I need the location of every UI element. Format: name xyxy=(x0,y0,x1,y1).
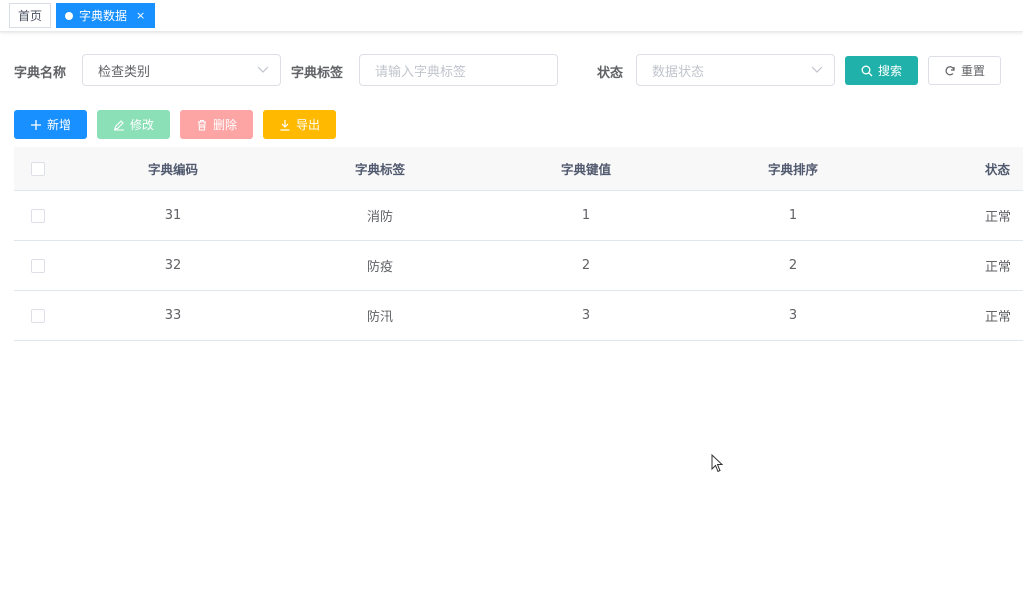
table-row[interactable]: 32 防疫 2 2 正常 xyxy=(14,241,1023,291)
dict-name-label: 字典名称 xyxy=(14,66,67,81)
mouse-cursor-icon xyxy=(711,454,724,473)
row-checkbox[interactable] xyxy=(31,308,45,323)
row-checkbox[interactable] xyxy=(31,208,45,223)
dict-label-input[interactable]: 请输入字典标签 xyxy=(359,54,558,86)
header-status[interactable]: 状态 xyxy=(969,147,1023,190)
export-button[interactable]: 导出 xyxy=(263,110,336,139)
cell-dict-sort: 1 xyxy=(788,208,798,223)
cell-status: 正常 xyxy=(985,310,1012,325)
edit-button-label: 修改 xyxy=(129,118,154,132)
cell-dict-label: 防汛 xyxy=(366,310,393,325)
add-button[interactable]: 新增 xyxy=(14,110,87,139)
download-icon xyxy=(280,119,290,131)
select-all-checkbox[interactable] xyxy=(31,161,45,176)
plus-icon xyxy=(30,119,41,130)
status-placeholder: 数据状态 xyxy=(652,64,705,80)
status-label: 状态 xyxy=(597,66,624,81)
table-row[interactable]: 33 防汛 3 3 正常 xyxy=(14,291,1023,341)
cell-status: 正常 xyxy=(985,260,1012,275)
row-checkbox[interactable] xyxy=(31,258,45,273)
cell-dict-value: 3 xyxy=(581,308,591,323)
status-select[interactable]: 数据状态 xyxy=(636,54,835,86)
tags-view-bar: 首页 字典数据 × xyxy=(0,0,1023,32)
row-select-cell xyxy=(14,191,62,240)
table-header: 字典编码 字典标签 字典键值 字典排序 状态 xyxy=(14,147,1023,191)
add-button-label: 新增 xyxy=(46,118,71,132)
search-button-label: 搜索 xyxy=(877,64,902,78)
table-row[interactable]: 31 消防 1 1 正常 xyxy=(14,191,1023,241)
cell-dict-sort: 3 xyxy=(788,308,798,323)
chevron-down-icon xyxy=(257,66,269,73)
header-dict-value[interactable]: 字典键值 xyxy=(483,147,689,190)
reset-button[interactable]: 重置 xyxy=(928,56,1001,85)
edit-icon xyxy=(113,119,124,131)
tag-home[interactable]: 首页 xyxy=(9,3,51,28)
dict-label-placeholder: 请输入字典标签 xyxy=(375,64,467,80)
refresh-icon xyxy=(945,65,955,75)
cell-status: 正常 xyxy=(985,210,1012,225)
cell-dict-label: 防疫 xyxy=(366,260,393,275)
active-dot-icon xyxy=(65,11,73,20)
cell-dict-code: 33 xyxy=(164,308,182,323)
dict-data-table: 字典编码 字典标签 字典键值 字典排序 状态 31 消防 1 1 正常 32 防… xyxy=(14,147,1023,341)
edit-button[interactable]: 修改 xyxy=(97,110,170,139)
reset-button-label: 重置 xyxy=(960,64,985,78)
delete-button[interactable]: 删除 xyxy=(180,110,253,139)
dict-name-select[interactable]: 检查类别 xyxy=(82,54,281,86)
tag-home-label: 首页 xyxy=(17,9,42,23)
cell-dict-code: 32 xyxy=(164,258,182,273)
tag-dict-data[interactable]: 字典数据 × xyxy=(56,3,155,28)
export-button-label: 导出 xyxy=(295,118,320,132)
tag-dict-data-label: 字典数据 xyxy=(79,9,128,23)
search-button[interactable]: 搜索 xyxy=(845,56,918,85)
chevron-down-icon xyxy=(811,66,823,73)
close-icon[interactable]: × xyxy=(136,9,145,22)
cell-dict-value: 1 xyxy=(581,208,591,223)
header-dict-label[interactable]: 字典标签 xyxy=(277,147,483,190)
row-select-cell xyxy=(14,241,62,290)
header-dict-sort[interactable]: 字典排序 xyxy=(689,147,897,190)
cell-dict-sort: 2 xyxy=(788,258,798,273)
select-all-cell xyxy=(14,147,62,190)
delete-button-label: 删除 xyxy=(212,118,237,132)
dict-name-value: 检查类别 xyxy=(98,64,151,80)
row-select-cell xyxy=(14,291,62,340)
cell-dict-code: 31 xyxy=(164,208,182,223)
cell-dict-label: 消防 xyxy=(366,210,393,225)
header-dict-code[interactable]: 字典编码 xyxy=(70,147,276,190)
search-icon xyxy=(861,65,873,76)
cell-dict-value: 2 xyxy=(581,258,591,273)
dict-label-label: 字典标签 xyxy=(291,66,344,81)
trash-icon xyxy=(197,119,206,131)
